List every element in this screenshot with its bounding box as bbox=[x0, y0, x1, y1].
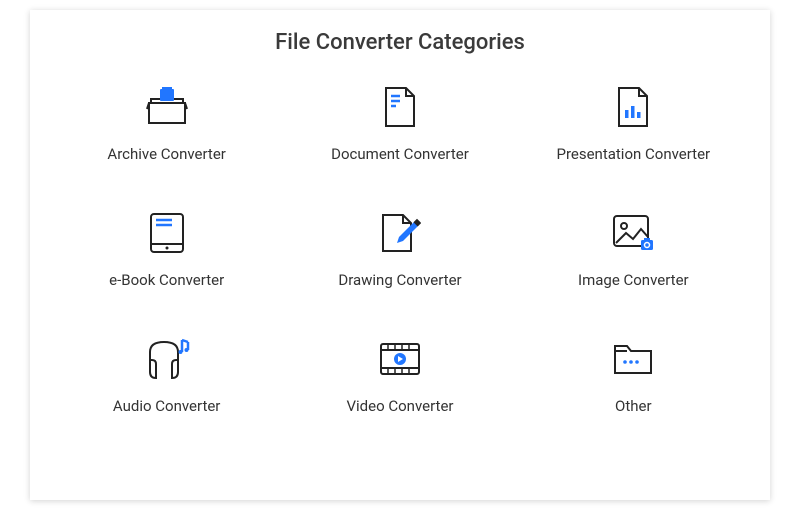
categories-grid: Archive Converter Document Converter bbox=[60, 85, 740, 415]
category-label: Image Converter bbox=[578, 271, 689, 289]
video-icon bbox=[378, 337, 422, 381]
category-label: Audio Converter bbox=[113, 397, 220, 415]
category-ebook[interactable]: e-Book Converter bbox=[77, 211, 257, 289]
audio-icon bbox=[144, 337, 190, 381]
category-label: Document Converter bbox=[331, 145, 469, 163]
category-label: Drawing Converter bbox=[338, 271, 461, 289]
folder-icon bbox=[611, 337, 655, 381]
category-label: Video Converter bbox=[346, 397, 453, 415]
image-icon bbox=[611, 211, 655, 255]
presentation-icon bbox=[615, 85, 651, 129]
page-title: File Converter Categories bbox=[60, 30, 740, 55]
category-archive[interactable]: Archive Converter bbox=[77, 85, 257, 163]
category-drawing[interactable]: Drawing Converter bbox=[310, 211, 490, 289]
categories-panel: File Converter Categories Archive Conver… bbox=[30, 10, 770, 500]
ebook-icon bbox=[148, 211, 186, 255]
category-image[interactable]: Image Converter bbox=[543, 211, 723, 289]
category-label: Other bbox=[615, 397, 652, 415]
category-label: e-Book Converter bbox=[109, 271, 224, 289]
document-icon bbox=[382, 85, 418, 129]
category-other[interactable]: Other bbox=[543, 337, 723, 415]
category-video[interactable]: Video Converter bbox=[310, 337, 490, 415]
category-label: Presentation Converter bbox=[556, 145, 710, 163]
archive-icon bbox=[145, 85, 189, 129]
category-document[interactable]: Document Converter bbox=[310, 85, 490, 163]
category-audio[interactable]: Audio Converter bbox=[77, 337, 257, 415]
drawing-icon bbox=[379, 211, 421, 255]
category-label: Archive Converter bbox=[107, 145, 225, 163]
category-presentation[interactable]: Presentation Converter bbox=[543, 85, 723, 163]
